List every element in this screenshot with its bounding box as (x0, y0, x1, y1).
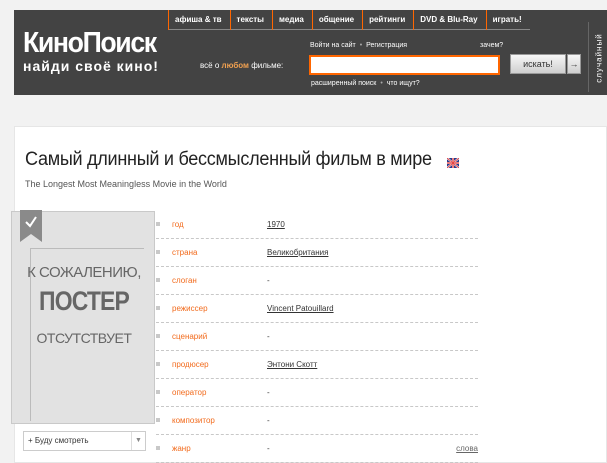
watch-later-label: + Буду смотреть (28, 436, 89, 445)
search-prompt-suffix: фильме: (251, 61, 284, 70)
info-value-genre: - (267, 444, 270, 453)
poster-text-missing: ОТСУТСТВУЕТ (36, 330, 132, 346)
info-value-director[interactable]: Vincent Patouillard (267, 304, 334, 313)
movie-content: Самый длинный и бессмысленный фильм в ми… (11, 126, 607, 463)
info-value-operator: - (267, 388, 270, 397)
genre-words-link[interactable]: слова (456, 444, 478, 453)
info-label: продюсер (172, 360, 209, 369)
info-row-operator: оператор - (156, 379, 478, 407)
search-prompt: всё о любом фильме: (200, 61, 283, 70)
bullet-icon (156, 446, 160, 450)
bullet-icon (156, 390, 160, 394)
info-row-director: режиссер Vincent Patouillard (156, 295, 478, 323)
bullet-icon (156, 222, 160, 226)
info-value-country[interactable]: Великобритания (267, 248, 328, 257)
register-link[interactable]: Регистрация (366, 42, 407, 49)
bullet-icon (156, 362, 160, 366)
info-row-slogan: слоган - (156, 267, 478, 295)
nav-item-afisha[interactable]: афиша & тв (168, 10, 230, 30)
poster-placeholder: К СОЖАЛЕНИЮ, ПОСТЕР ОТСУТСТВУЕТ (11, 210, 155, 424)
random-movie-button[interactable]: случайный (588, 22, 606, 92)
info-label: режиссер (172, 304, 208, 313)
info-row-country: страна Великобритания (156, 239, 478, 267)
advanced-search-link[interactable]: расширенный поиск (311, 80, 376, 87)
info-label: слоган (172, 276, 197, 285)
info-label: композитор (172, 416, 215, 425)
info-value-slogan: - (267, 276, 270, 285)
nav-item-ratings[interactable]: рейтинги (362, 10, 413, 30)
search-button[interactable]: искать! (510, 54, 566, 74)
chevron-down-icon[interactable]: ▼ (131, 432, 145, 450)
info-row-year: год 1970 (156, 211, 478, 239)
logo-title: КиноПоиск (23, 27, 157, 59)
info-label: оператор (172, 388, 207, 397)
poster-text-poster: ПОСТЕР (39, 286, 130, 316)
why-link[interactable]: зачем? (480, 42, 503, 49)
search-prompt-highlight: любом (221, 61, 249, 70)
search-arrow-button[interactable]: → (567, 54, 581, 74)
nav-item-dvd[interactable]: DVD & Blu-Ray (413, 10, 485, 30)
site-logo[interactable]: КиноПоиск найди своё кино! (23, 28, 167, 74)
bookmark-icon[interactable] (20, 210, 42, 242)
nav-item-games[interactable]: играть! (485, 10, 530, 30)
uk-flag-icon[interactable] (447, 158, 459, 168)
nav-item-media[interactable]: медиа (272, 10, 312, 30)
search-prompt-prefix: всё о (200, 61, 220, 70)
info-label: страна (172, 248, 198, 257)
info-value-producer[interactable]: Энтони Скотт (267, 360, 317, 369)
movie-info-table: год 1970 страна Великобритания слоган - … (156, 211, 478, 463)
bullet-icon (156, 334, 160, 338)
info-value-composer: - (267, 416, 270, 425)
main-nav: афиша & тв тексты медиа общение рейтинги… (168, 10, 530, 30)
bullet-icon (156, 306, 160, 310)
info-row-composer: композитор - (156, 407, 478, 435)
info-label: сценарий (172, 332, 208, 341)
info-row-genre: жанр - слова (156, 435, 478, 463)
watch-later-select[interactable]: + Буду смотреть ▼ (23, 431, 146, 451)
bullet-icon (156, 250, 160, 254)
movie-original-title: The Longest Most Meaningless Movie in th… (25, 179, 227, 189)
bullet-icon (156, 278, 160, 282)
nav-item-community[interactable]: общение (311, 10, 362, 30)
search-input[interactable] (309, 55, 500, 75)
info-row-writer: сценарий - (156, 323, 478, 351)
info-label: год (172, 220, 184, 229)
advanced-search-row: расширенный поиск • что ищут? (311, 80, 420, 87)
login-row: Войти на сайт • Регистрация (310, 42, 407, 49)
random-label: случайный (594, 33, 604, 83)
bullet-icon (156, 418, 160, 422)
poster-text-sorry: К СОЖАЛЕНИЮ, (27, 264, 141, 281)
info-value-year[interactable]: 1970 (267, 220, 285, 229)
site-header: КиноПоиск найди своё кино! афиша & тв те… (14, 10, 607, 95)
separator: • (359, 42, 363, 49)
movie-title: Самый длинный и бессмысленный фильм в ми… (25, 149, 432, 170)
info-label: жанр (172, 444, 191, 453)
what-to-search-link[interactable]: что ищут? (387, 80, 420, 87)
info-value-writer: - (267, 332, 270, 341)
info-row-producer: продюсер Энтони Скотт (156, 351, 478, 379)
login-link[interactable]: Войти на сайт (310, 42, 356, 49)
separator: • (380, 80, 383, 87)
logo-tagline: найди своё кино! (23, 58, 159, 74)
nav-item-texts[interactable]: тексты (229, 10, 272, 30)
